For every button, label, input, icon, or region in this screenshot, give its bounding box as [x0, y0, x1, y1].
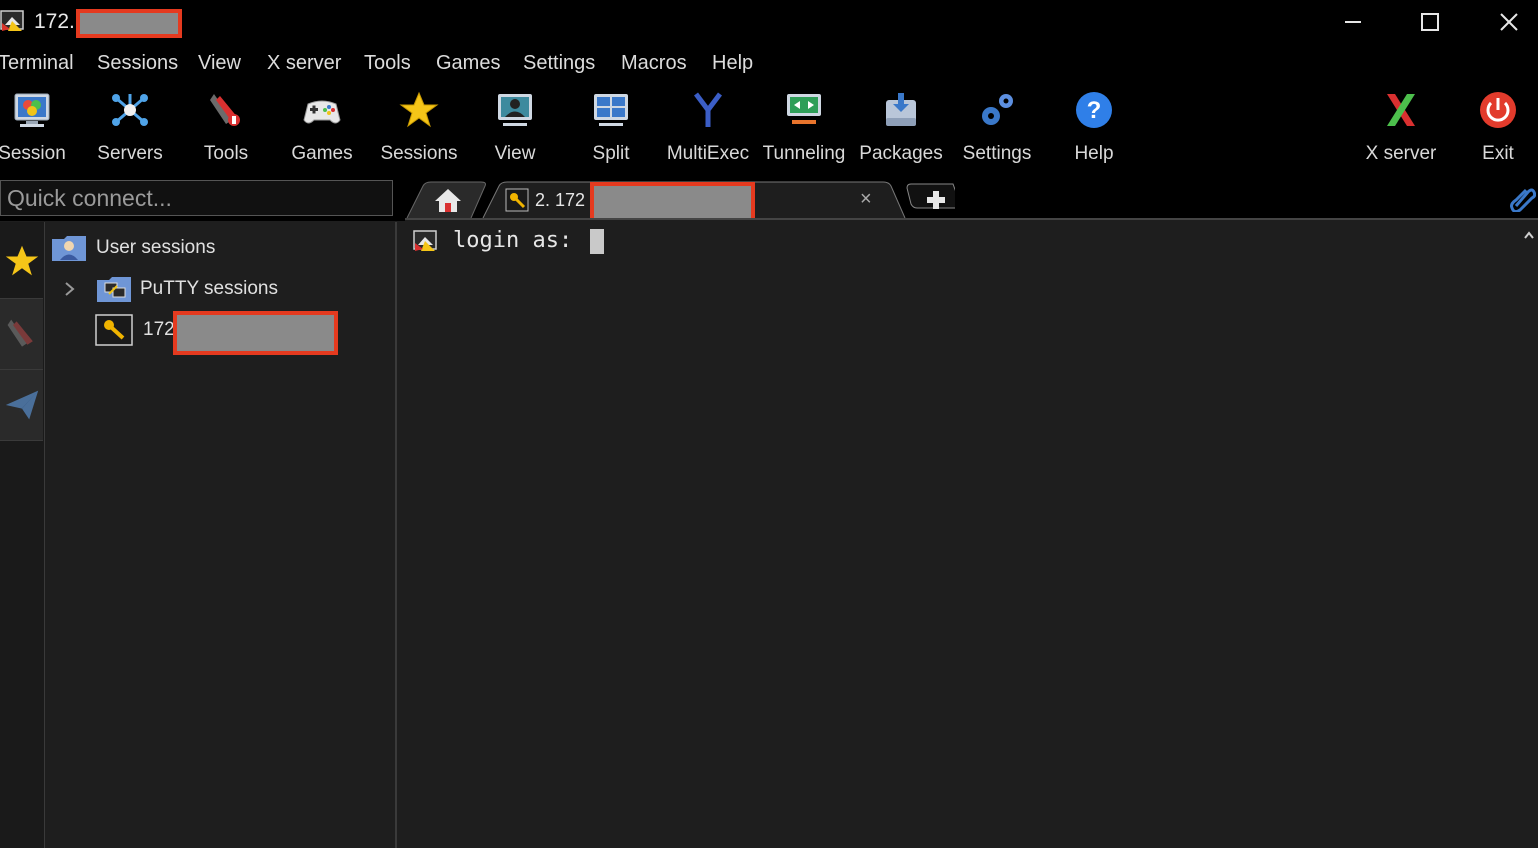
view-icon	[498, 94, 532, 126]
tools-button[interactable]: Tools	[181, 86, 271, 172]
split-label: Split	[592, 143, 630, 164]
menu-settings[interactable]: Settings	[523, 52, 595, 75]
app-icon	[413, 230, 437, 251]
help-label: Help	[1074, 143, 1114, 164]
redacted-host	[76, 9, 182, 38]
tree-label-putty-sessions: PuTTY sessions	[140, 278, 278, 299]
quick-connect-input[interactable]	[1, 181, 393, 215]
attach-button[interactable]	[1508, 184, 1537, 214]
x-server-button[interactable]: X server	[1356, 86, 1446, 172]
menu-terminal[interactable]: Terminal	[0, 52, 74, 75]
strip-send-button[interactable]	[0, 370, 43, 441]
menu-x-server[interactable]: X server	[267, 52, 341, 75]
settings-label: Settings	[962, 143, 1032, 164]
close-button[interactable]	[1486, 4, 1532, 40]
split-button[interactable]: Split	[566, 86, 656, 172]
packages-button[interactable]: Packages	[856, 86, 946, 172]
sessions-label: Sessions	[380, 143, 458, 164]
multiexec-label: MultiExec	[666, 143, 750, 164]
gamepad-icon	[303, 100, 341, 124]
terminal-pane[interactable]: login as:	[405, 220, 1520, 848]
session-icon	[14, 93, 50, 127]
user-folder-icon	[52, 236, 86, 261]
new-tab-button[interactable]	[924, 188, 948, 212]
maximize-icon	[1421, 13, 1439, 31]
key-icon	[505, 188, 529, 212]
menu-bar: Terminal Sessions View X server Tools Ga…	[0, 46, 1538, 82]
session-label: Session	[0, 143, 66, 164]
menu-help[interactable]: Help	[712, 52, 753, 75]
servers-label: Servers	[97, 143, 163, 164]
session-button[interactable]: Session	[0, 86, 77, 172]
strip-tools-button[interactable]	[0, 298, 43, 370]
menu-view[interactable]: View	[198, 52, 241, 75]
window-title: 172.	[34, 10, 75, 33]
servers-button[interactable]: Servers	[85, 86, 175, 172]
app-icon	[0, 10, 24, 31]
strip-sessions-button[interactable]	[0, 226, 43, 296]
maximize-button[interactable]	[1407, 4, 1453, 40]
sessions-button[interactable]: Sessions	[374, 86, 464, 172]
help-icon: ?	[1076, 92, 1112, 128]
servers-icon	[112, 94, 148, 126]
send-icon	[5, 390, 38, 420]
split-icon	[594, 94, 628, 126]
tree-label-session-172: 172	[143, 319, 175, 340]
games-button[interactable]: Games	[277, 86, 367, 172]
menu-sessions[interactable]: Sessions	[97, 52, 178, 75]
menu-games[interactable]: Games	[436, 52, 500, 75]
star-icon	[399, 91, 439, 128]
menu-macros[interactable]: Macros	[621, 52, 687, 75]
tree-label-user-sessions: User sessions	[96, 237, 216, 258]
x-server-label: X server	[1365, 143, 1437, 164]
minimize-button[interactable]	[1330, 4, 1376, 40]
view-label: View	[494, 143, 536, 164]
toolbar: Session Servers Tools Games Sessions Vie…	[0, 82, 1538, 178]
tools-label: Tools	[203, 143, 249, 164]
help-button[interactable]: ? Help	[1049, 86, 1139, 172]
menu-tools[interactable]: Tools	[364, 52, 411, 75]
terminal-scrollbar[interactable]	[1520, 220, 1538, 848]
view-button[interactable]: View	[470, 86, 560, 172]
tree-putty-sessions[interactable]: PuTTY sessions	[63, 271, 278, 307]
tools-icon	[210, 94, 240, 126]
sidebar-strip	[0, 222, 45, 848]
multiexec-button[interactable]: MultiExec	[663, 86, 753, 172]
star-icon	[5, 245, 38, 276]
terminal-cursor	[590, 229, 604, 254]
putty-folder-icon	[97, 277, 131, 302]
redacted-session-host	[173, 311, 338, 355]
title-bar: 172.	[0, 0, 1538, 46]
exit-label: Exit	[1482, 143, 1514, 164]
home-icon	[435, 189, 461, 212]
svg-text:?: ?	[1087, 97, 1102, 124]
key-icon	[95, 314, 133, 346]
chevron-right-icon	[65, 282, 75, 296]
close-icon	[1500, 13, 1518, 31]
tunneling-label: Tunneling	[762, 143, 846, 164]
tree-user-sessions[interactable]: User sessions	[50, 230, 215, 266]
power-icon	[1480, 92, 1516, 128]
scroll-up-icon[interactable]	[1523, 230, 1535, 240]
tunneling-icon	[787, 94, 821, 124]
home-tab[interactable]	[433, 186, 465, 216]
exit-button[interactable]: Exit	[1453, 86, 1538, 172]
x-server-icon	[1387, 94, 1415, 126]
quick-connect-box[interactable]	[0, 180, 393, 216]
tab-close-button[interactable]: ×	[860, 188, 872, 211]
multiexec-icon	[694, 92, 722, 127]
tree-session-172[interactable]: 172	[95, 312, 175, 348]
gear-icon	[982, 94, 1013, 125]
plus-icon	[927, 191, 945, 209]
tools-icon	[7, 319, 33, 347]
minimize-icon	[1345, 21, 1361, 23]
settings-button[interactable]: Settings	[952, 86, 1042, 172]
paperclip-icon	[1510, 188, 1537, 214]
tab-label: 2. 172	[535, 190, 586, 210]
tunneling-button[interactable]: Tunneling	[759, 86, 849, 172]
packages-icon	[886, 93, 916, 126]
games-label: Games	[291, 143, 353, 164]
terminal-prompt: login as:	[453, 228, 586, 253]
packages-label: Packages	[859, 143, 943, 164]
